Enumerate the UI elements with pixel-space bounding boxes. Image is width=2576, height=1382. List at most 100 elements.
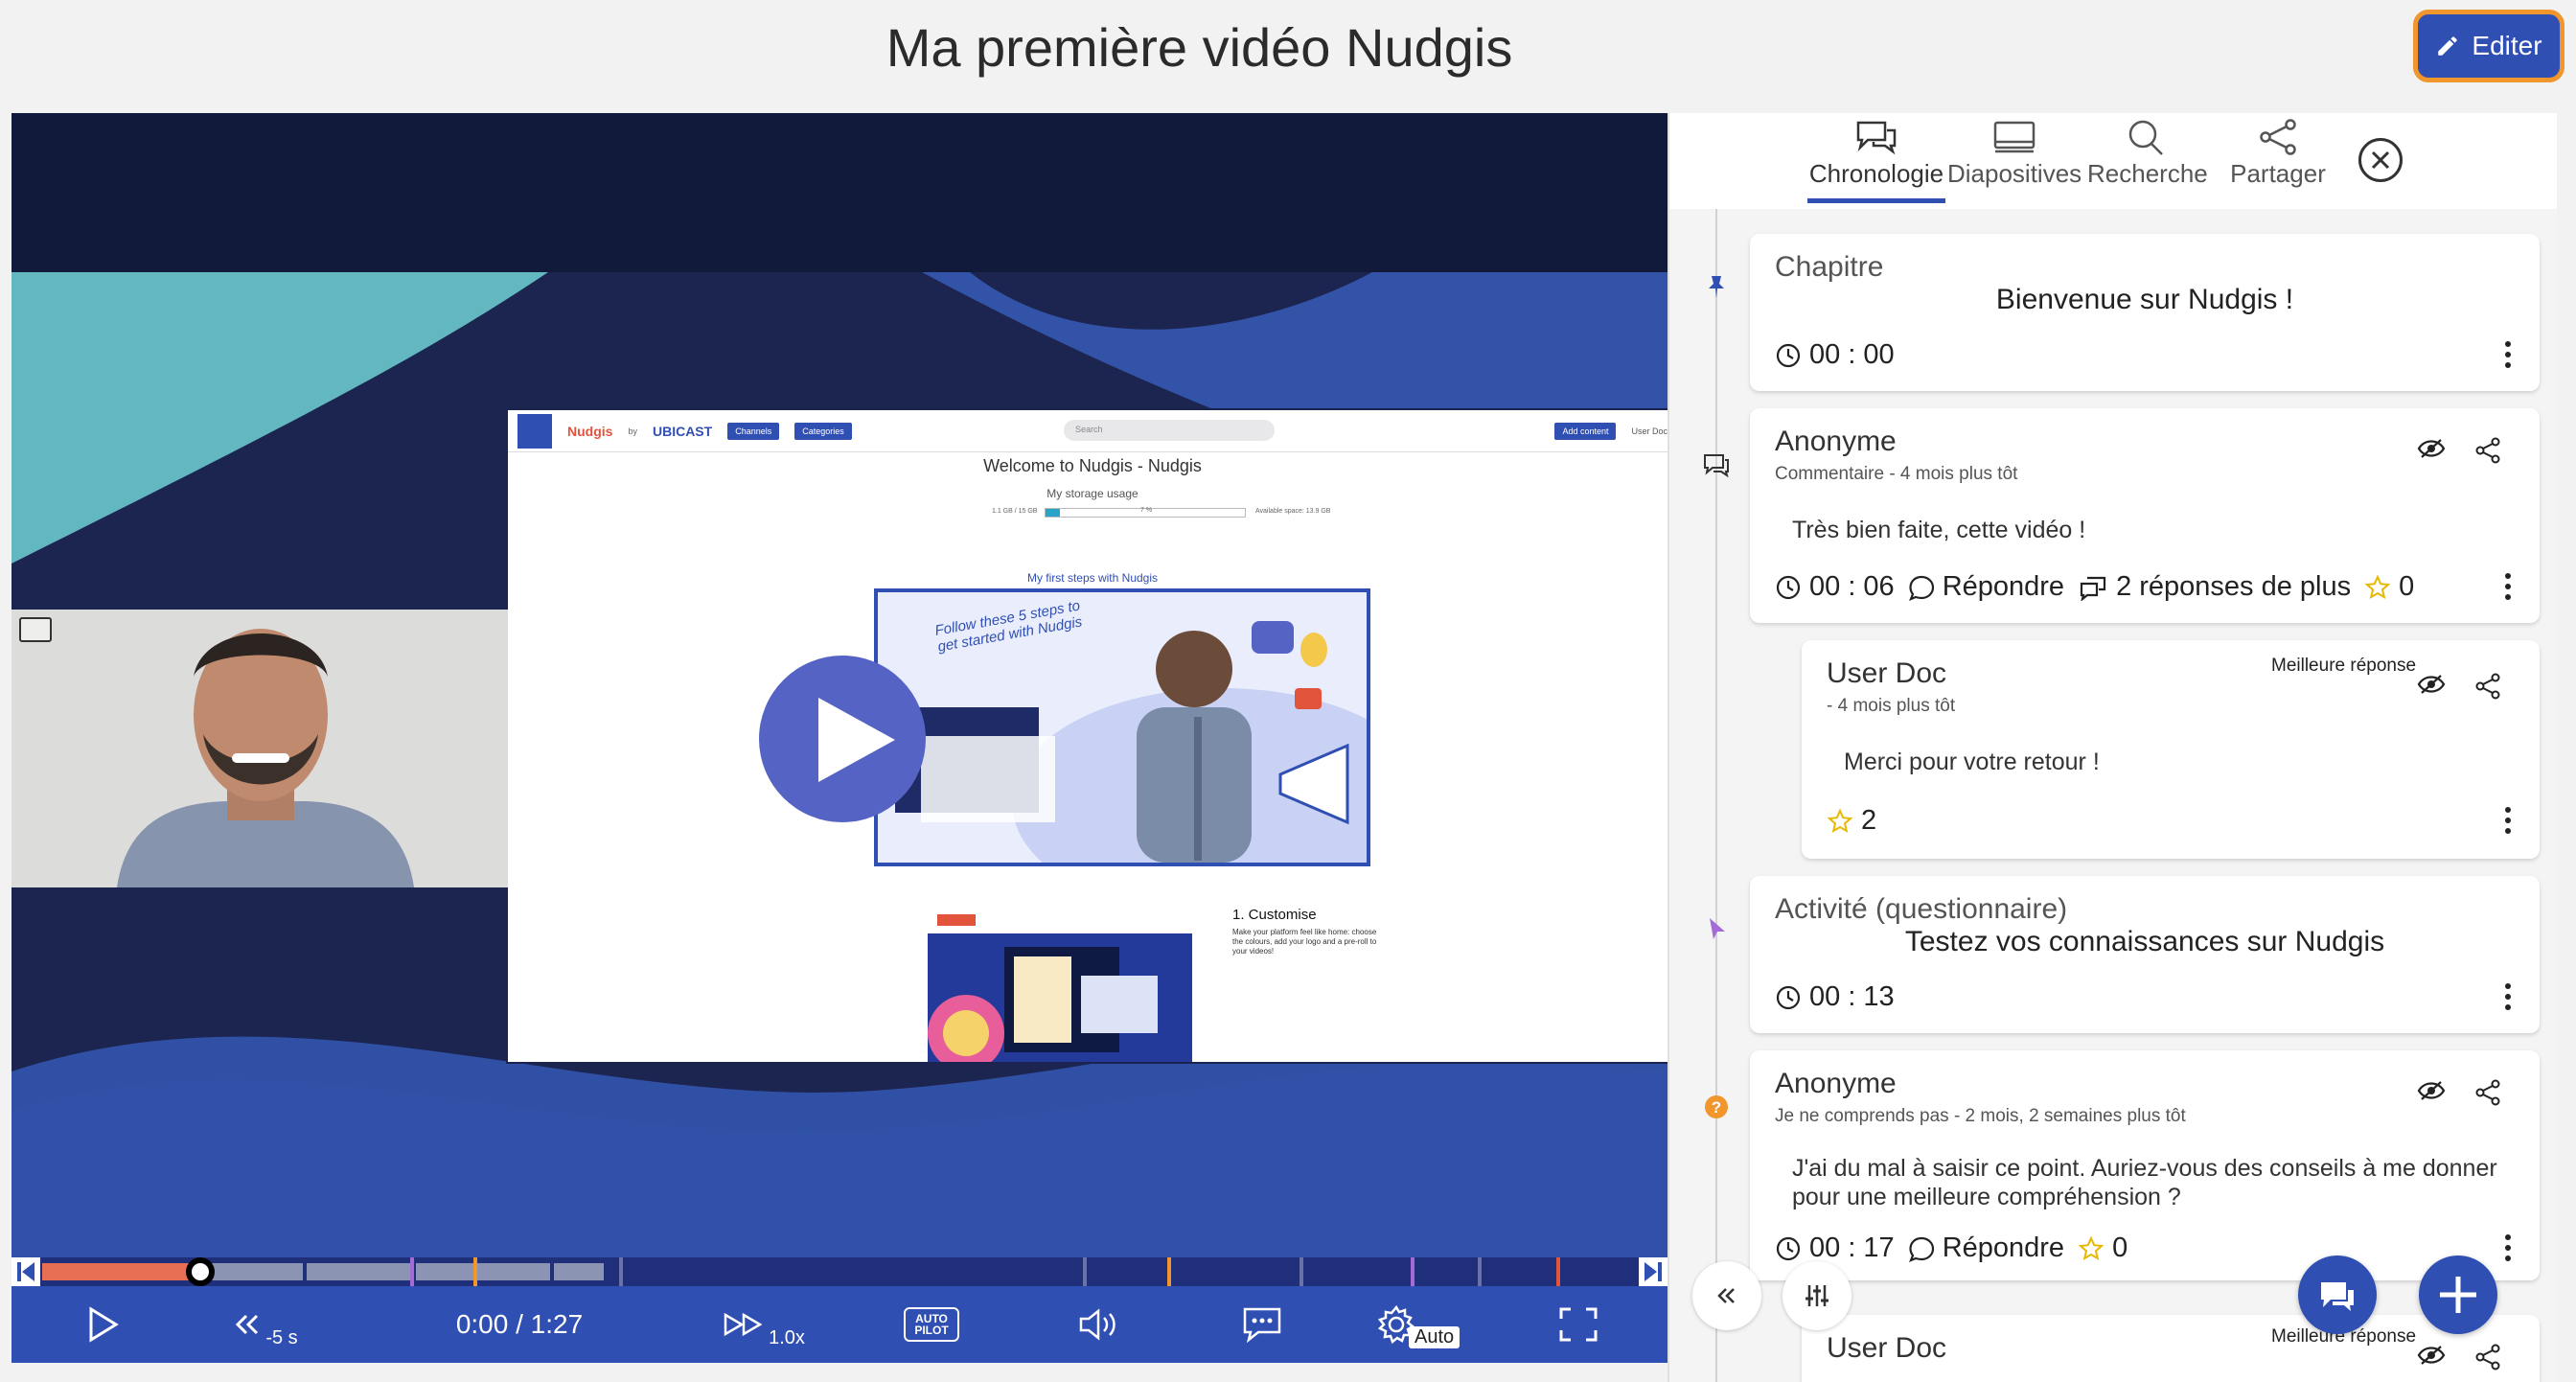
activity-card[interactable]: Activité (questionnaire) Testez vos conn…: [1750, 876, 2540, 1033]
reply-actions: [2417, 1344, 2501, 1375]
play-overlay-button[interactable]: [759, 656, 926, 822]
timestamp-link[interactable]: 00 : 17: [1775, 1232, 1895, 1264]
clock-icon: [1776, 1236, 1801, 1260]
tab-recherche[interactable]: Recherche: [2087, 113, 2208, 209]
add-comment-button[interactable]: [2298, 1255, 2377, 1334]
reply-label: Répondre: [1942, 1232, 2065, 1263]
vote-count: 0: [2399, 571, 2415, 602]
timeline-marker[interactable]: [1083, 1257, 1087, 1286]
clock-icon: [1776, 985, 1801, 1009]
slide-storage-available: Available space: 13.9 GB: [1255, 508, 1331, 515]
comment-author: Anonyme: [1775, 426, 1897, 457]
slide-storage-used: 1.1 GB / 15 GB: [992, 508, 1038, 515]
fast-forward-icon: [724, 1312, 763, 1337]
cursor-icon: [1710, 918, 1725, 939]
rewind-label: -5 s: [265, 1326, 298, 1348]
tab-partager[interactable]: Partager: [2220, 113, 2336, 209]
collapse-panel-button[interactable]: [1692, 1261, 1761, 1330]
tab-chronologie[interactable]: Chronologie: [1807, 113, 1945, 209]
more-options-icon[interactable]: [2503, 983, 2513, 1015]
chapter-card[interactable]: Chapitre Bienvenue sur Nudgis ! 00 : 00: [1750, 234, 2540, 391]
play-button[interactable]: [69, 1286, 136, 1363]
timeline-marker[interactable]: [410, 1257, 414, 1286]
vote-button[interactable]: 0: [2364, 571, 2414, 603]
hide-eye-icon[interactable]: [2417, 1079, 2446, 1111]
hide-eye-icon[interactable]: [2417, 437, 2446, 469]
share-icon[interactable]: [2474, 1344, 2501, 1375]
timeline-marker[interactable]: [619, 1257, 623, 1286]
reply-actions: [2417, 673, 2501, 704]
more-options-icon[interactable]: [2503, 573, 2513, 605]
timeline-marker[interactable]: [1411, 1257, 1414, 1286]
skip-end-icon[interactable]: [1639, 1257, 1668, 1286]
best-answer-label: Meilleure réponse: [2271, 656, 2417, 676]
plus-icon: [2440, 1277, 2476, 1313]
more-options-icon[interactable]: [2503, 341, 2513, 373]
filter-button[interactable]: [1782, 1261, 1852, 1330]
add-button[interactable]: [2419, 1255, 2497, 1334]
slide-user: User Doc: [1631, 426, 1668, 436]
comments-toggle-button[interactable]: [1229, 1286, 1296, 1363]
video-player[interactable]: Nudgis by UBICAST Channels Categories Ad…: [12, 113, 1668, 1363]
timestamp-link[interactable]: 00 : 00: [1775, 339, 1895, 371]
chat-bubble-icon: [1243, 1307, 1281, 1344]
star-icon: [1827, 808, 1853, 833]
skip-start-icon[interactable]: [12, 1257, 40, 1286]
more-replies-button[interactable]: 2 réponses de plus: [2078, 571, 2351, 603]
star-icon: [2078, 1235, 2104, 1260]
more-options-icon[interactable]: [2503, 807, 2513, 839]
timeline-chapter-3: [416, 1263, 550, 1280]
vote-count: 2: [1861, 805, 1877, 836]
timeline-marker[interactable]: [1300, 1257, 1303, 1286]
hide-eye-icon[interactable]: [2417, 673, 2446, 704]
timeline-marker[interactable]: [1556, 1257, 1560, 1286]
settings-button[interactable]: [1363, 1286, 1430, 1363]
slide-search: Search: [1064, 420, 1275, 441]
comment-card: Anonyme Commentaire - 4 mois plus tôt Tr…: [1750, 408, 2540, 623]
timeline-chapter-4: [554, 1263, 604, 1280]
comment-card: Anonyme Je ne comprends pas - 2 mois, 2 …: [1750, 1050, 2540, 1280]
reply-bubble-icon: [1908, 1236, 1934, 1262]
slide-menu-channels: Channels: [727, 422, 780, 440]
fullscreen-icon: [1559, 1307, 1598, 1342]
slide-menu-categories: Categories: [794, 422, 852, 440]
close-panel-button[interactable]: [2358, 138, 2403, 182]
volume-icon: [1079, 1308, 1116, 1341]
comments-icon: [1856, 121, 1897, 155]
timeline-bar[interactable]: [12, 1257, 1668, 1286]
rewind-button[interactable]: -5 s: [213, 1286, 318, 1363]
share-icon[interactable]: [2474, 1079, 2501, 1111]
timecode: 0:00 / 1:27: [455, 1309, 584, 1339]
slide-first-steps: My first steps with Nudgis: [1026, 571, 1159, 585]
edit-button[interactable]: Editer: [2413, 10, 2564, 82]
volume-button[interactable]: [1066, 1286, 1133, 1363]
timeline-marker[interactable]: [473, 1257, 477, 1286]
timeline-marker[interactable]: [1167, 1257, 1171, 1286]
vote-button[interactable]: 2: [1827, 805, 1876, 837]
tab-label: Diapositives: [1947, 159, 2082, 188]
hide-eye-icon[interactable]: [2417, 1344, 2446, 1375]
slide-add-content: Add content: [1554, 422, 1617, 440]
speed-button[interactable]: 1.0x: [711, 1286, 816, 1363]
speaker-camera: [12, 610, 508, 887]
reply-button[interactable]: Répondre: [1908, 1232, 2064, 1264]
vote-button[interactable]: 0: [2078, 1232, 2128, 1264]
card-type: Chapitre: [1775, 251, 1884, 283]
slide-storage-title: My storage usage: [1046, 487, 1138, 500]
reply-button[interactable]: Répondre: [1908, 571, 2064, 603]
slide-customise-title: 1. Customise: [1232, 907, 1317, 923]
clock-icon: [1776, 575, 1801, 599]
timestamp-link[interactable]: 00 : 13: [1775, 981, 1895, 1013]
share-icon[interactable]: [2474, 437, 2501, 469]
timeline-marker[interactable]: [1478, 1257, 1482, 1286]
autopilot-button[interactable]: AUTO PILOT: [893, 1286, 970, 1363]
slide-brand-ubicast: UBICAST: [652, 423, 713, 439]
card-type: Activité (questionnaire): [1775, 893, 2068, 925]
more-options-icon[interactable]: [2503, 1234, 2513, 1266]
expand-camera-icon[interactable]: [19, 617, 52, 642]
timestamp-link[interactable]: 00 : 06: [1775, 571, 1895, 603]
tab-diapositives[interactable]: Diapositives: [1947, 113, 2082, 209]
fullscreen-button[interactable]: [1545, 1286, 1612, 1363]
timeline-playhead[interactable]: [186, 1257, 215, 1286]
share-icon[interactable]: [2474, 673, 2501, 704]
